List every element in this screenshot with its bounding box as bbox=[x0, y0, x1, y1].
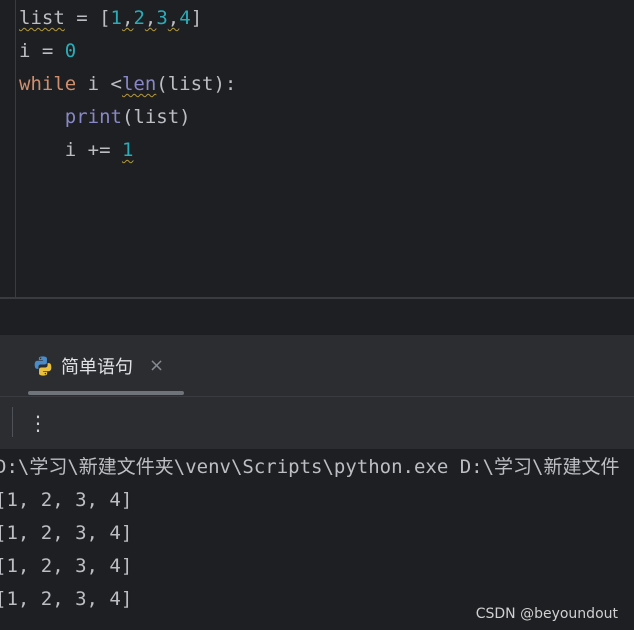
run-toolbar: ⋮ bbox=[0, 396, 634, 449]
close-icon[interactable]: × bbox=[149, 355, 164, 376]
code-line-1[interactable]: list = [1,2,3,4] bbox=[19, 2, 202, 35]
keyword-while: while bbox=[19, 73, 77, 95]
code-line-3[interactable]: while i <len(list): bbox=[19, 68, 236, 101]
toolbar-separator bbox=[12, 407, 13, 437]
code-line-5[interactable]: i += 1 bbox=[19, 134, 134, 167]
code-editor[interactable]: list = [1,2,3,4] i = 0 while i <len(list… bbox=[0, 0, 634, 297]
builtin-len: len bbox=[121, 73, 157, 95]
active-tab-indicator bbox=[28, 391, 184, 395]
console-line-command: D:\学习\新建文件夹\venv\Scripts\python.exe D:\学… bbox=[0, 456, 620, 478]
tab-label: 简单语句 bbox=[61, 356, 133, 378]
code-token-list: list bbox=[19, 7, 65, 29]
code-line-2[interactable]: i = 0 bbox=[19, 35, 76, 68]
editor-gutter-divider bbox=[15, 0, 16, 297]
console-line: [1, 2, 3, 4] bbox=[0, 522, 133, 544]
code-line-4[interactable]: print(list) bbox=[19, 101, 191, 134]
builtin-print: print bbox=[64, 106, 122, 128]
watermark: CSDN @beyoundout bbox=[475, 606, 618, 622]
console-line: [1, 2, 3, 4] bbox=[0, 555, 133, 577]
console-line: [1, 2, 3, 4] bbox=[0, 588, 133, 610]
panel-gap bbox=[0, 299, 634, 335]
more-options-icon[interactable]: ⋮ bbox=[28, 409, 48, 437]
console-output[interactable]: D:\学习\新建文件夹\venv\Scripts\python.exe D:\学… bbox=[0, 449, 634, 630]
tab-run-simple-statements[interactable]: 简单语句 × bbox=[24, 335, 164, 396]
console-line: [1, 2, 3, 4] bbox=[0, 489, 133, 511]
python-icon bbox=[34, 355, 52, 376]
run-tool-header: 简单语句 × bbox=[0, 335, 634, 396]
